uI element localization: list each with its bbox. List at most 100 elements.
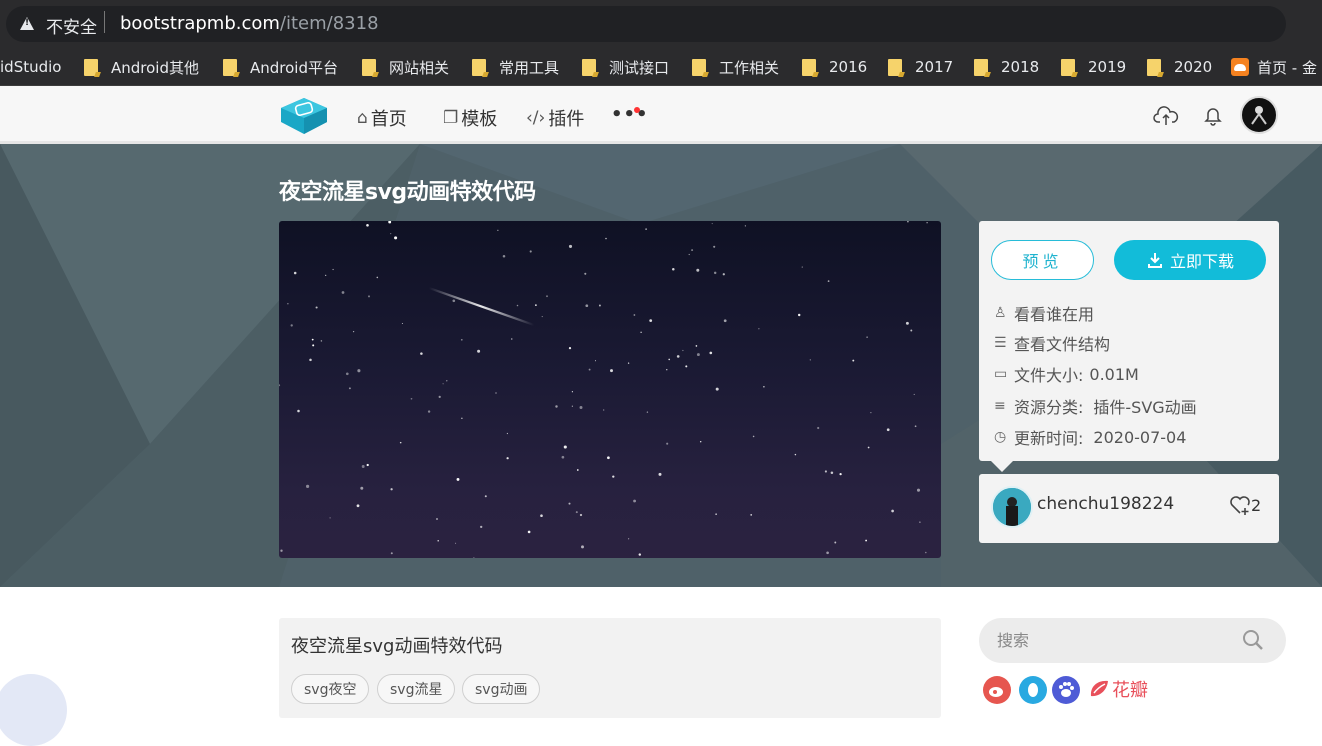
preview-button[interactable]: 预览 [991,240,1094,280]
star [919,521,921,523]
star [446,380,448,382]
baidu-icon[interactable] [1052,676,1080,704]
star [925,551,927,554]
bookmark-folder[interactable]: 网站相关 [362,56,449,78]
tag[interactable]: svg流星 [377,674,456,704]
bookmark-site[interactable]: 首页 - 金 [1231,56,1317,78]
tag[interactable]: svg夜空 [291,674,370,704]
tag[interactable]: svg动画 [462,674,541,704]
nav-plugins[interactable]: ‹/› 插件 [526,105,584,131]
star [744,225,747,227]
category-value[interactable]: 插件-SVG动画 [1093,394,1196,418]
star [627,362,630,364]
star [750,514,753,516]
bookmark-androidstudio[interactable]: idStudio [0,56,61,78]
star [506,457,509,460]
star [306,484,310,488]
bell-icon[interactable] [1200,104,1226,128]
site-logo[interactable] [279,96,329,136]
star [309,358,312,362]
warning-icon[interactable] [20,17,34,30]
star [435,517,439,521]
bookmark-folder[interactable]: 2020 [1147,56,1212,78]
bookmark-folder[interactable]: 2016 [802,56,867,78]
nav-more-button[interactable]: ••• [611,104,649,125]
preview-image[interactable] [279,221,941,558]
folder-icon [223,58,237,76]
bookmark-folder[interactable]: 2019 [1061,56,1126,78]
star [695,345,698,347]
qq-icon[interactable] [1019,676,1047,704]
star [452,299,456,303]
nav-templates[interactable]: ❐ 模板 [443,105,497,131]
file-structure-link[interactable]: ☰ 查看文件结构 [994,331,1110,355]
star [801,266,803,268]
weibo-icon[interactable] [983,676,1011,704]
star [290,324,293,327]
star [585,304,589,308]
star [797,313,801,317]
bookmark-folder[interactable]: 测试接口 [582,56,669,78]
category-label: 资源分类: [1014,398,1084,417]
star [280,549,283,552]
star [511,338,513,340]
star [410,397,413,400]
heart-add-icon [1230,496,1250,515]
bookmark-folder[interactable]: 工作相关 [692,56,779,78]
who-uses-label: 看看谁在用 [1014,305,1095,324]
security-label[interactable]: 不安全 [46,13,97,38]
star [495,392,497,394]
star [477,349,481,353]
huaban-share[interactable]: 花瓣 [1088,676,1148,702]
like-button[interactable]: 2 [1229,494,1261,516]
notification-dot [634,107,640,113]
star [541,316,543,318]
bookmark-folder[interactable]: 常用工具 [472,56,559,78]
updated-row: ◷ 更新时间: 2020-07-04 [994,425,1186,449]
search-icon[interactable] [1241,628,1265,652]
star [287,303,289,305]
updated-value: 2020-07-04 [1093,427,1187,447]
author-username[interactable]: chenchu198224 [1037,494,1174,514]
star [646,411,649,413]
nav-home[interactable]: ⌂ 首页 [357,105,407,131]
bookmark-folder[interactable]: Android其他 [84,56,199,78]
star [325,274,327,276]
star [809,359,811,361]
bookmark-label: Android平台 [250,58,338,77]
bookmark-folder[interactable]: 2018 [974,56,1039,78]
search-input[interactable] [997,631,1217,650]
star [752,435,755,438]
file-structure-label: 查看文件结构 [1014,335,1111,354]
star [905,321,909,325]
star [297,409,300,413]
star [633,499,637,503]
folder-icon [582,58,596,76]
star [527,530,531,534]
bookmark-label: 2019 [1088,58,1127,76]
star [722,273,725,276]
cloud-upload-icon[interactable] [1153,104,1179,128]
file-size-value: 0.01M [1089,364,1139,384]
user-avatar[interactable] [1240,96,1278,134]
bookmark-folder[interactable]: Android平台 [223,56,338,78]
star [455,542,457,544]
star [376,276,379,279]
site-navbar [0,86,1322,144]
star [460,338,463,341]
url-text[interactable]: bootstrapmb.com/item/8318 [120,13,379,34]
star [709,351,713,355]
bookmark-label: 2017 [915,58,954,76]
folder-icon [1061,58,1075,76]
who-uses-link[interactable]: ♙ 看看谁在用 [994,301,1094,325]
folder-icon [472,58,486,76]
star [852,359,855,362]
star [401,322,403,325]
file-size-row: ▭ 文件大小: 0.01M [994,362,1139,386]
author-avatar[interactable] [991,486,1033,528]
bookmark-folder[interactable]: 2017 [888,56,953,78]
star [399,441,402,444]
download-button[interactable]: 立即下载 [1114,240,1266,280]
star [713,271,717,275]
star [891,509,894,513]
